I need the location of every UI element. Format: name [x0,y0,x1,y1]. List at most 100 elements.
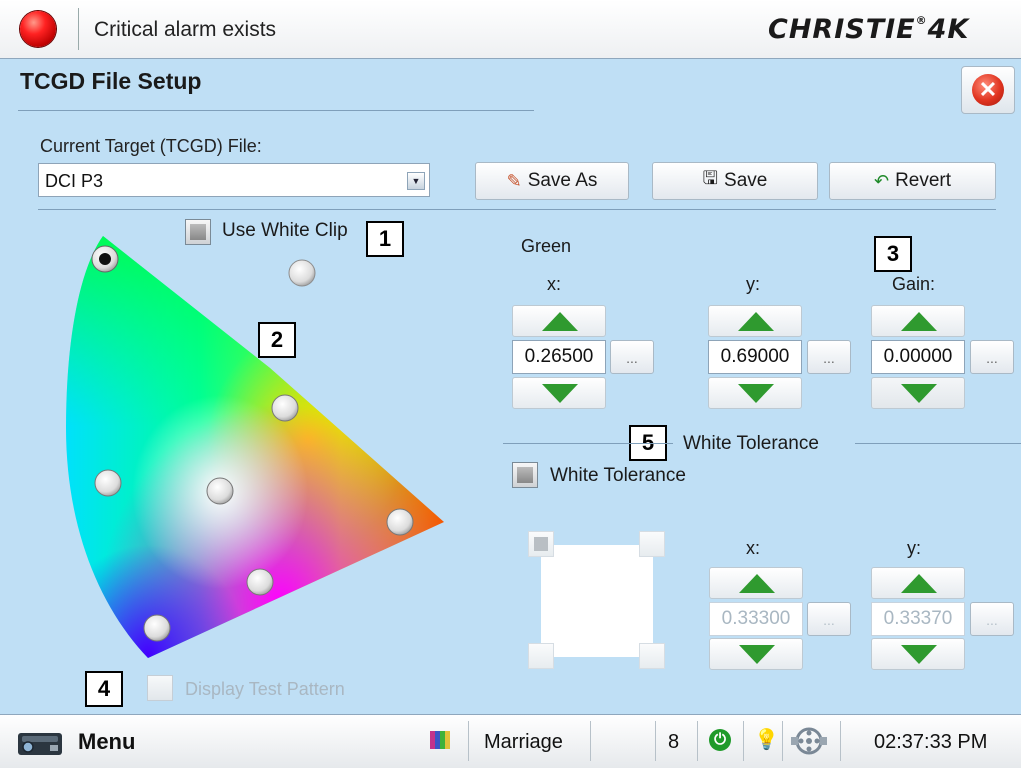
gamut-point-magenta[interactable] [246,568,274,596]
x-edit-button[interactable]: ... [610,340,654,374]
gain-edit-button[interactable]: ... [970,340,1014,374]
power-icon[interactable]: ⏻ [709,729,731,751]
color-gamut-diagram[interactable] [60,228,460,668]
close-icon: ✕ [972,74,1004,106]
use-white-clip-label: Use White Clip [222,220,348,241]
callout-2: 2 [258,322,296,358]
arrow-down-icon [901,645,937,664]
gamut-point-white[interactable] [206,477,234,505]
divider [78,8,79,50]
arrow-up-icon [738,312,774,331]
callout-1: 1 [366,221,404,257]
arrow-down-icon [901,384,937,403]
tolerance-corner-top-left[interactable] [528,531,554,557]
tolerance-x-increment-button[interactable] [709,567,803,599]
chevron-down-icon[interactable]: ▼ [407,172,425,190]
tolerance-x-edit-button[interactable]: ... [807,602,851,636]
white-tolerance-checkbox[interactable] [512,462,538,488]
save-as-label: Save As [527,170,598,191]
tolerance-x-decrement-button[interactable] [709,638,803,670]
arrow-up-icon [901,312,937,331]
floppy-disk-icon: 🖫 [702,168,719,188]
channel-name[interactable]: Marriage [484,731,563,754]
divider [655,721,656,761]
display-test-pattern-checkbox[interactable] [147,675,173,701]
revert-button[interactable]: ↶ Revert [829,162,996,200]
page-title: TCGD File Setup [20,68,202,94]
arrow-up-icon [739,574,775,593]
white-tolerance-checkbox-label: White Tolerance [550,465,686,486]
projector-icon[interactable] [12,723,74,761]
close-button[interactable]: ✕ [961,66,1015,114]
tolerance-y-decrement-button[interactable] [871,638,965,670]
save-as-button[interactable]: ✎ Save As [475,162,629,200]
y-increment-button[interactable] [708,305,802,337]
arrow-up-icon [542,312,578,331]
gain-label: Gain: [892,274,936,294]
undo-arrow-icon: ↶ [873,170,890,191]
tolerance-x-label: x: [746,538,761,558]
gamut-point-yellow[interactable] [271,394,299,422]
brand-logo: CHRISTIE®4K [768,14,970,45]
save-button[interactable]: 🖫 Save [652,162,818,200]
use-white-clip-checkbox[interactable] [185,219,211,245]
y-edit-button[interactable]: ... [807,340,851,374]
revert-label: Revert [895,170,952,191]
tolerance-y-value-field[interactable]: 0.33370 [871,602,965,636]
target-file-value: DCI P3 [45,171,104,191]
y-label: y: [746,274,761,294]
target-file-label: Current Target (TCGD) File: [40,136,262,156]
menu-button[interactable]: Menu [78,729,135,755]
white-tolerance-divider [503,443,673,444]
y-value-field[interactable]: 0.69000 [708,340,802,374]
white-tolerance-divider [855,443,1021,444]
alarm-status-icon[interactable] [20,11,56,47]
tolerance-x-value-field[interactable]: 0.33300 [709,602,803,636]
film-reel-icon[interactable] [791,725,827,757]
gamut-point-green[interactable] [91,245,119,273]
tolerance-corner-top-right[interactable] [639,531,665,557]
tolerance-y-edit-button[interactable]: ... [970,602,1014,636]
lamp-icon[interactable]: 💡 [754,727,779,752]
y-decrement-button[interactable] [708,377,802,409]
gain-decrement-button[interactable] [871,377,965,409]
tolerance-y-label: y: [907,538,922,558]
target-file-dropdown[interactable]: DCI P3 ▼ [38,163,430,197]
x-decrement-button[interactable] [512,377,606,409]
gain-increment-button[interactable] [871,305,965,337]
arrow-down-icon [738,384,774,403]
white-clip-point[interactable] [288,259,316,287]
tolerance-corner-bottom-left[interactable] [528,643,554,669]
channel-number[interactable]: 8 [668,731,679,754]
divider [840,721,841,761]
test-pattern-icon[interactable] [430,731,450,749]
gamut-point-blue[interactable] [143,614,171,642]
save-as-icon: ✎ [506,170,522,191]
callout-4: 4 [85,671,123,707]
section-divider [38,209,996,210]
x-value-field[interactable]: 0.26500 [512,340,606,374]
tolerance-corner-bottom-right[interactable] [639,643,665,669]
gamut-point-red[interactable] [386,508,414,536]
gain-value-field[interactable]: 0.00000 [871,340,965,374]
divider [590,721,591,761]
display-test-pattern-label: Display Test Pattern [185,679,345,699]
clock: 02:37:33 PM [874,731,988,753]
arrow-down-icon [739,645,775,664]
status-bar: Menu Marriage 8 ⏻ 💡 02:37:33 PM [0,714,1021,768]
divider [468,721,469,761]
white-tolerance-section-label: White Tolerance [683,433,819,454]
arrow-down-icon [542,384,578,403]
callout-3: 3 [874,236,912,272]
top-bar: Critical alarm exists CHRISTIE®4K [0,0,1021,59]
white-tolerance-area[interactable] [541,545,653,657]
tolerance-y-increment-button[interactable] [871,567,965,599]
x-label: x: [547,274,562,294]
divider [782,721,783,761]
alarm-status-text[interactable]: Critical alarm exists [94,18,276,42]
x-increment-button[interactable] [512,305,606,337]
gamut-point-cyan[interactable] [94,469,122,497]
arrow-up-icon [901,574,937,593]
title-underline [18,110,534,111]
divider [743,721,744,761]
